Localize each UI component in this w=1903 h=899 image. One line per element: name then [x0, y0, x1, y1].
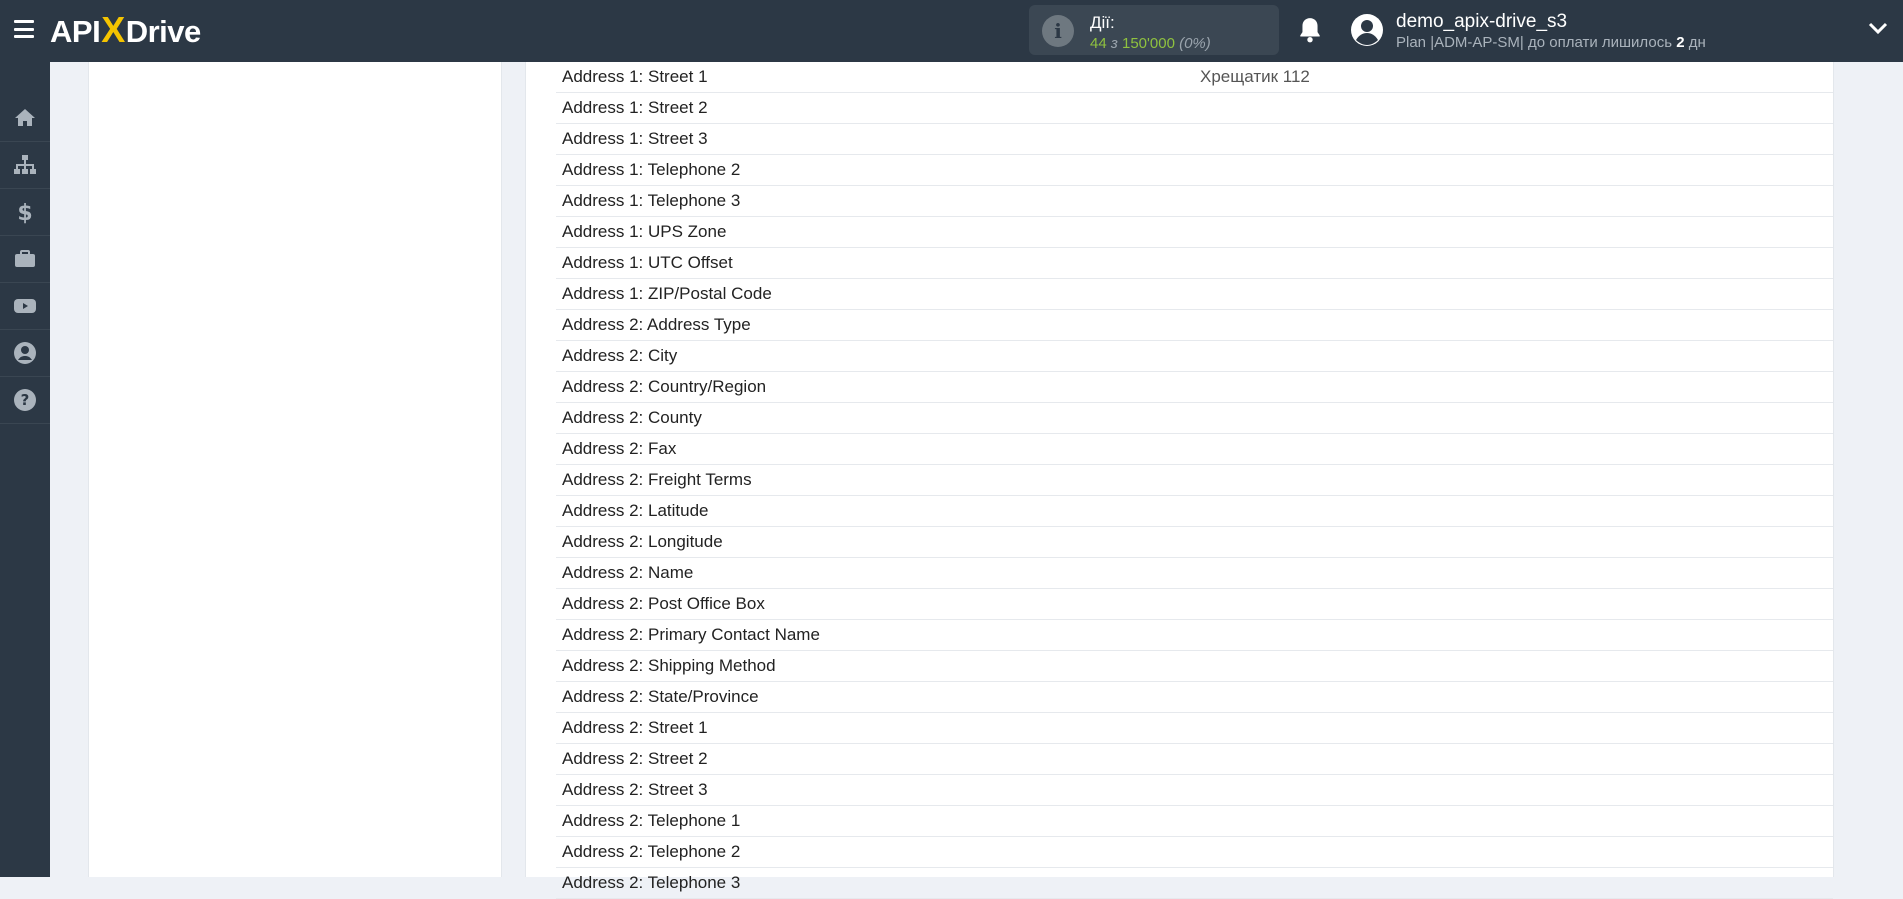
field-name: Address 2: Primary Contact Name [562, 625, 820, 644]
actions-sep: з [1106, 35, 1122, 52]
table-row: Address 2: Post Office Box [556, 589, 1833, 620]
table-row: Address 1: Street 3 [556, 124, 1833, 155]
info-icon: i [1042, 15, 1074, 47]
table-row: Address 1: ZIP/Postal Code [556, 279, 1833, 310]
logo[interactable]: APIXDrive [50, 10, 201, 52]
question-circle-icon: ? [14, 389, 36, 411]
table-row: Address 2: City [556, 341, 1833, 372]
dollar-icon: $ [17, 201, 32, 224]
user-circle-icon [14, 342, 36, 364]
avatar[interactable] [1350, 13, 1384, 47]
field-name: Address 2: Street 1 [562, 718, 708, 737]
field-value: Хрещатик 112 [1200, 67, 1310, 86]
home-icon [15, 109, 35, 126]
field-name: Address 1: ZIP/Postal Code [562, 284, 772, 303]
top-bar: APIXDrive i Дії: 44 з 150'000 (0%) demo_… [0, 0, 1903, 62]
field-name: Address 2: Shipping Method [562, 656, 776, 675]
table-row: Address 2: County [556, 403, 1833, 434]
table-row: Address 2: Primary Contact Name [556, 620, 1833, 651]
table-row: Address 2: Address Type [556, 310, 1833, 341]
table-row: Address 2: Telephone 1 [556, 806, 1833, 837]
table-row: Address 1: Telephone 3 [556, 186, 1833, 217]
sidebar-item-profile[interactable] [0, 330, 50, 377]
field-name: Address 2: Telephone 3 [562, 873, 741, 892]
bell-icon[interactable] [1297, 16, 1323, 44]
field-name: Address 2: State/Province [562, 687, 759, 706]
left-panel [88, 62, 502, 877]
field-name: Address 2: City [562, 346, 678, 365]
chevron-down-icon[interactable] [1868, 21, 1888, 35]
table-row: Address 2: Longitude [556, 527, 1833, 558]
sidebar-item-videos[interactable] [0, 283, 50, 330]
table-row: Address 2: Name [556, 558, 1833, 589]
svg-text:?: ? [21, 391, 30, 409]
actions-total: 150'000 [1122, 35, 1175, 52]
table-row: Address 2: Freight Terms [556, 465, 1833, 496]
actions-percent: (0%) [1179, 35, 1211, 52]
field-name: Address 2: Longitude [562, 532, 723, 551]
plan-info: Plan |ADM-AP-SM| до оплати лишилось 2 дн [1396, 34, 1706, 51]
field-name: Address 2: Country/Region [562, 377, 767, 396]
sidebar-item-billing[interactable]: $ [0, 189, 50, 236]
field-name: Address 2: Street 3 [562, 780, 708, 799]
actions-count: 44 з 150'000 (0%) [1090, 35, 1211, 52]
actions-counter: i Дії: 44 з 150'000 (0%) [1029, 5, 1279, 55]
logo-api: API [50, 14, 101, 49]
field-name: Address 1: Telephone 2 [562, 160, 741, 179]
table-row: Address 2: Telephone 3 [556, 868, 1833, 899]
plan-days-suffix: дн [1684, 34, 1706, 51]
field-name: Address 2: Telephone 2 [562, 842, 741, 861]
youtube-icon [14, 299, 36, 313]
actions-label: Дії: [1090, 13, 1115, 32]
table-row: Address 1: Street 1 Хрещатик 112 [556, 62, 1833, 93]
sidebar-item-help[interactable]: ? [0, 377, 50, 424]
plan-prefix: Plan |ADM-AP-SM| до оплати лишилось [1396, 34, 1677, 51]
field-name: Address 1: UPS Zone [562, 222, 727, 241]
sidebar-item-connections[interactable] [0, 142, 50, 189]
table-row: Address 1: UPS Zone [556, 217, 1833, 248]
field-name: Address 1: Telephone 3 [562, 191, 741, 210]
field-name: Address 2: Telephone 1 [562, 811, 741, 830]
field-name: Address 2: Post Office Box [562, 594, 765, 613]
sidebar: $ ? [0, 62, 50, 877]
field-name: Address 2: Fax [562, 439, 677, 458]
table-row: Address 2: Latitude [556, 496, 1833, 527]
table-row: Address 2: Telephone 2 [556, 837, 1833, 868]
sitemap-icon [14, 155, 36, 174]
table-row: Address 2: Fax [556, 434, 1833, 465]
table-row: Address 2: Street 2 [556, 744, 1833, 775]
table-row: Address 1: UTC Offset [556, 248, 1833, 279]
field-name: Address 2: Street 2 [562, 749, 708, 768]
field-name: Address 2: Latitude [562, 501, 709, 520]
table-row: Address 2: Shipping Method [556, 651, 1833, 682]
briefcase-icon [15, 250, 35, 267]
table-row: Address 2: State/Province [556, 682, 1833, 713]
field-name: Address 1: Street 2 [562, 98, 708, 117]
sidebar-item-services[interactable] [0, 236, 50, 283]
table-row: Address 1: Telephone 2 [556, 155, 1833, 186]
sidebar-item-home[interactable] [0, 95, 50, 142]
table-row: Address 1: Street 2 [556, 93, 1833, 124]
actions-used: 44 [1090, 35, 1107, 52]
username[interactable]: demo_apix-drive_s3 [1396, 11, 1567, 33]
table-row: Address 2: Street 1 [556, 713, 1833, 744]
table-row: Address 2: Street 3 [556, 775, 1833, 806]
svg-text:$: $ [17, 201, 32, 224]
main-panel: Address 1: Street 1 Хрещатик 112 Address 1… [525, 62, 1834, 899]
field-name: Address 2: Freight Terms [562, 470, 752, 489]
field-name: Address 2: Address Type [562, 315, 751, 334]
table-row: Address 2: Country/Region [556, 372, 1833, 403]
field-name: Address 2: Name [562, 563, 694, 582]
menu-icon[interactable] [14, 20, 34, 38]
plan-days: 2 [1676, 34, 1685, 51]
field-name: Address 1: Street 1 [562, 67, 708, 86]
logo-x: X [101, 9, 125, 50]
fields-table: Address 1: Street 1 Хрещатик 112 Address 1… [556, 62, 1833, 899]
field-name: Address 2: County [562, 408, 702, 427]
field-name: Address 1: Street 3 [562, 129, 708, 148]
logo-drive: Drive [125, 14, 202, 49]
field-name: Address 1: UTC Offset [562, 253, 733, 272]
